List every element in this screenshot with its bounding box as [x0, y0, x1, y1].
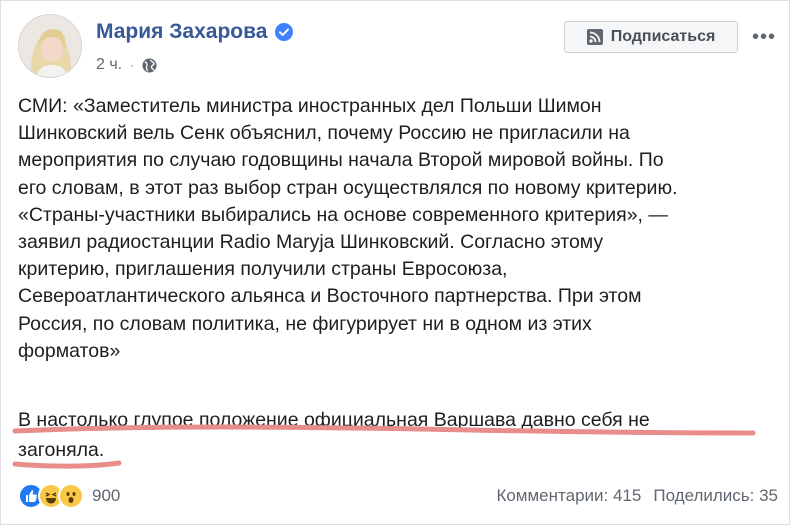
post-card: Мария Захарова 2 ч. · Подписаться ••• СМ…	[0, 0, 790, 525]
subscribe-label: Подписаться	[610, 28, 716, 45]
body-line: Россия, по словам политика, не фигурируе…	[18, 312, 592, 335]
reactions-count: 900	[92, 486, 121, 505]
subscribe-button[interactable]: Подписаться	[564, 21, 738, 53]
body-line: форматов»	[18, 339, 121, 362]
more-icon: •••	[751, 26, 776, 48]
avatar[interactable]	[18, 14, 82, 78]
author-name-text[interactable]: Мария Захарова	[96, 20, 267, 44]
comments-count[interactable]: Комментарии: 415	[496, 486, 641, 506]
globe-icon	[142, 57, 157, 73]
wow-icon	[58, 483, 84, 509]
body-line: критерию, приглашения получили страны Ев…	[18, 258, 508, 281]
verified-badge-icon	[275, 23, 294, 41]
reactions-summary[interactable]: 900	[18, 483, 120, 509]
body-line: его словам, в этот раз выбор стран осуще…	[18, 176, 678, 199]
shares-count[interactable]: Поделились: 35	[653, 486, 778, 506]
post-meta: 2 ч. ·	[96, 56, 157, 74]
body-line: «Страны-участники выбирались на основе с…	[18, 203, 668, 226]
post-footer: 900 Комментарии: 415 Поделились: 35	[18, 481, 778, 511]
meta-separator: ·	[130, 58, 135, 72]
author-name[interactable]: Мария Захарова	[96, 20, 294, 44]
highlight-line: загоняла.	[18, 439, 105, 461]
avatar-image	[19, 15, 81, 77]
highlighted-text: В настолько глупое положение официальная…	[18, 405, 778, 465]
highlight-line: В настолько глупое положение официальная…	[18, 409, 650, 431]
body-line: Североатлантического альянса и Восточног…	[18, 285, 642, 308]
body-line: СМИ: «Заместитель министра иностранных д…	[18, 95, 602, 117]
post-body: СМИ: «Заместитель министра иностранных д…	[18, 93, 778, 365]
body-line: заявил радиостанции Radio Maryja Шинковс…	[18, 231, 604, 254]
post-time[interactable]: 2 ч.	[96, 56, 122, 74]
body-line: Шинковский вель Сенк объяснил, почему Ро…	[18, 122, 630, 145]
body-line: мероприятия по случаю годовщины начала В…	[18, 149, 664, 172]
more-options-button[interactable]: •••	[750, 23, 778, 51]
rss-icon	[586, 29, 603, 45]
post-stats: Комментарии: 415 Поделились: 35	[496, 486, 778, 506]
